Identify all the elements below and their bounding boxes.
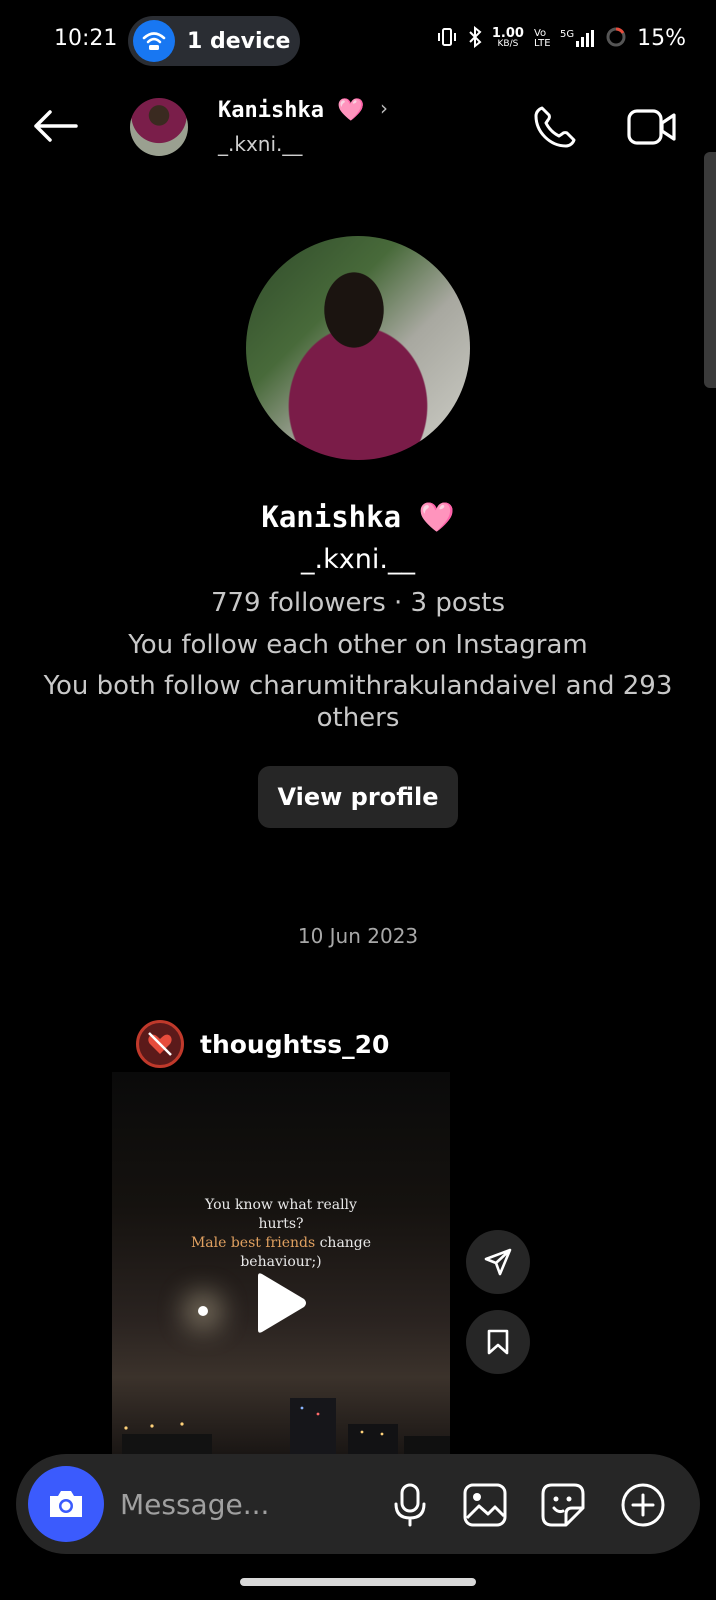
broken-heart-icon	[136, 1020, 184, 1068]
share-post-button[interactable]	[466, 1230, 530, 1294]
shared-post-author[interactable]: thoughtss_20	[136, 1020, 389, 1068]
status-bar: 10:21 1 device 1.00 KB/S Vo LTE 5G 15%	[0, 0, 716, 82]
profile-stats: 779 followers · 3 posts	[210, 588, 506, 618]
header-avatar[interactable]	[130, 98, 188, 156]
caption-line-2: hurts?	[258, 1216, 304, 1232]
profile-mutual-follow: You follow each other on Instagram	[128, 630, 588, 660]
shared-post-caption: You know what really hurts? Male best fr…	[112, 1196, 450, 1272]
bookmark-icon	[487, 1329, 509, 1355]
camera-icon	[50, 1491, 82, 1517]
caption-line-3-rest: change	[315, 1235, 372, 1251]
city-skyline	[122, 1398, 450, 1454]
camera-button[interactable]	[28, 1466, 104, 1542]
caption-line-1: You know what really	[205, 1197, 357, 1213]
vibrate-icon	[436, 27, 458, 50]
message-input[interactable]	[120, 1480, 360, 1528]
caption-line-3: Male best friends change	[112, 1234, 450, 1253]
view-profile-button[interactable]: View profile	[258, 766, 458, 828]
microphone-icon[interactable]	[388, 1482, 432, 1528]
message-composer	[16, 1454, 700, 1554]
profile-handle: _.kxni.__	[301, 544, 415, 575]
play-icon[interactable]	[250, 1270, 310, 1336]
send-icon	[484, 1248, 512, 1276]
bluetooth-icon	[468, 25, 482, 51]
save-post-button[interactable]	[466, 1310, 530, 1374]
profile-shared-followers: You both follow charumithrakulandaivel a…	[43, 671, 673, 733]
home-indicator[interactable]	[240, 1578, 476, 1586]
chevron-right-icon[interactable]: ›	[380, 96, 388, 120]
caption-highlight: Male best friends	[190, 1235, 316, 1251]
gallery-icon[interactable]	[462, 1482, 508, 1528]
signal-indicator: 5G	[560, 29, 595, 49]
signal-bars-icon	[576, 29, 595, 47]
network-speed: 1.00 KB/S	[491, 25, 524, 50]
chat-header: Kanishka 🩷 › _.kxni.__	[0, 82, 716, 172]
network-speed-unit: KB/S	[497, 38, 519, 49]
status-indicators: 1.00 KB/S Vo LTE 5G 15%	[436, 25, 686, 51]
header-name[interactable]: Kanishka 🩷	[218, 98, 365, 123]
volte-indicator: Vo LTE	[533, 27, 551, 49]
plus-icon[interactable]	[620, 1482, 666, 1528]
profile-name: Kanishka 🩷	[261, 500, 455, 534]
video-camera-icon[interactable]	[626, 106, 678, 148]
status-time: 10:21	[54, 26, 118, 51]
back-arrow-icon[interactable]	[30, 108, 80, 144]
moon-glow	[198, 1306, 208, 1316]
battery-percentage: 15%	[637, 26, 686, 51]
connected-device-pill[interactable]: 1 device	[128, 16, 300, 66]
battery-ring-icon	[605, 26, 627, 51]
scrollbar[interactable]	[704, 152, 716, 388]
wifi-icon	[133, 20, 175, 62]
sticker-icon[interactable]	[540, 1482, 586, 1528]
shared-post-author-name: thoughtss_20	[200, 1029, 390, 1059]
phone-icon[interactable]	[532, 104, 578, 150]
profile-avatar[interactable]	[246, 236, 470, 460]
network-speed-value: 1.00	[491, 25, 524, 41]
header-handle[interactable]: _.kxni.__	[218, 132, 302, 156]
shared-post-media[interactable]: You know what really hurts? Male best fr…	[112, 1072, 450, 1454]
date-separator: 10 Jun 2023	[297, 924, 419, 948]
signal-label: 5G	[559, 28, 575, 40]
device-pill-label: 1 device	[187, 28, 291, 54]
